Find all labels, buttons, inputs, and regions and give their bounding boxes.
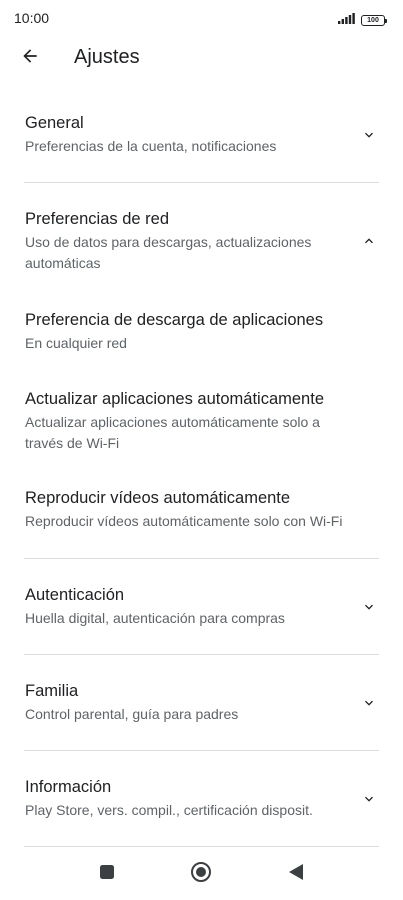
download-preference-subtitle: En cualquier red bbox=[25, 335, 127, 351]
battery-icon: 100 bbox=[361, 14, 387, 26]
chevron-down-icon[interactable] bbox=[359, 597, 379, 617]
auto-update-item[interactable]: Actualizar aplicaciones automáticamente … bbox=[25, 388, 353, 454]
chevron-down-icon[interactable] bbox=[359, 125, 379, 145]
autoplay-videos-subtitle: Reproducir vídeos automáticamente solo c… bbox=[25, 513, 343, 529]
recents-button[interactable] bbox=[95, 862, 119, 886]
family-item[interactable]: Familia Control parental, guía para padr… bbox=[25, 680, 353, 725]
divider bbox=[24, 846, 379, 847]
page-title: Ajustes bbox=[74, 46, 140, 68]
autoplay-videos-title: Reproducir vídeos automáticamente bbox=[25, 489, 291, 507]
divider bbox=[24, 558, 379, 559]
auto-update-title: Actualizar aplicaciones automáticamente bbox=[25, 390, 324, 408]
general-subtitle: Preferencias de la cuenta, notificacione… bbox=[25, 138, 277, 154]
section-general[interactable]: General Preferencias de la cuenta, notif… bbox=[0, 112, 403, 172]
navigation-bar bbox=[0, 848, 403, 900]
section-about[interactable]: Información Play Store, vers. compil., c… bbox=[0, 776, 403, 836]
download-preference-title: Preferencia de descarga de aplicaciones bbox=[25, 311, 324, 329]
about-item[interactable]: Información Play Store, vers. compil., c… bbox=[25, 776, 359, 821]
auto-update-subtitle: Actualizar aplicaciones automáticamente … bbox=[25, 414, 320, 451]
general-title: General bbox=[25, 114, 84, 132]
divider bbox=[24, 182, 379, 183]
arrow-back-icon bbox=[20, 46, 40, 71]
chevron-down-icon[interactable] bbox=[359, 789, 379, 809]
signal-icon bbox=[338, 11, 356, 29]
chevron-up-icon[interactable] bbox=[359, 231, 379, 251]
back-button[interactable] bbox=[16, 44, 44, 72]
chevron-down-icon[interactable] bbox=[359, 693, 379, 713]
divider bbox=[24, 654, 379, 655]
autoplay-videos-item[interactable]: Reproducir vídeos automáticamente Reprod… bbox=[25, 487, 383, 532]
about-subtitle: Play Store, vers. compil., certificación… bbox=[25, 802, 313, 818]
recents-square-icon bbox=[99, 864, 115, 885]
status-time: 10:00 bbox=[14, 10, 50, 26]
authentication-item[interactable]: Autenticación Huella digital, autenticac… bbox=[25, 584, 353, 629]
divider bbox=[24, 750, 379, 751]
system-back-button[interactable] bbox=[284, 862, 308, 886]
section-family[interactable]: Familia Control parental, guía para padr… bbox=[0, 680, 403, 740]
status-bar: 10:00 100 bbox=[0, 0, 403, 36]
authentication-title: Autenticación bbox=[25, 586, 125, 604]
about-title: Información bbox=[25, 778, 112, 796]
section-network[interactable]: Preferencias de red Uso de datos para de… bbox=[0, 208, 403, 278]
general-item[interactable]: General Preferencias de la cuenta, notif… bbox=[25, 112, 353, 157]
app-bar: Ajustes bbox=[0, 36, 403, 80]
network-item[interactable]: Preferencias de red Uso de datos para de… bbox=[25, 208, 353, 274]
network-title: Preferencias de red bbox=[25, 210, 169, 228]
family-subtitle: Control parental, guía para padres bbox=[25, 706, 239, 722]
network-subtitle: Uso de datos para descargas, actualizaci… bbox=[25, 234, 312, 271]
home-circle-icon bbox=[190, 861, 212, 888]
section-authentication[interactable]: Autenticación Huella digital, autenticac… bbox=[0, 584, 403, 644]
home-button[interactable] bbox=[189, 861, 213, 888]
authentication-subtitle: Huella digital, autenticación para compr… bbox=[25, 610, 285, 626]
download-preference-item[interactable]: Preferencia de descarga de aplicaciones … bbox=[25, 309, 353, 354]
back-triangle-icon bbox=[288, 863, 304, 886]
family-title: Familia bbox=[25, 682, 79, 700]
status-icons: 100 bbox=[338, 11, 387, 29]
